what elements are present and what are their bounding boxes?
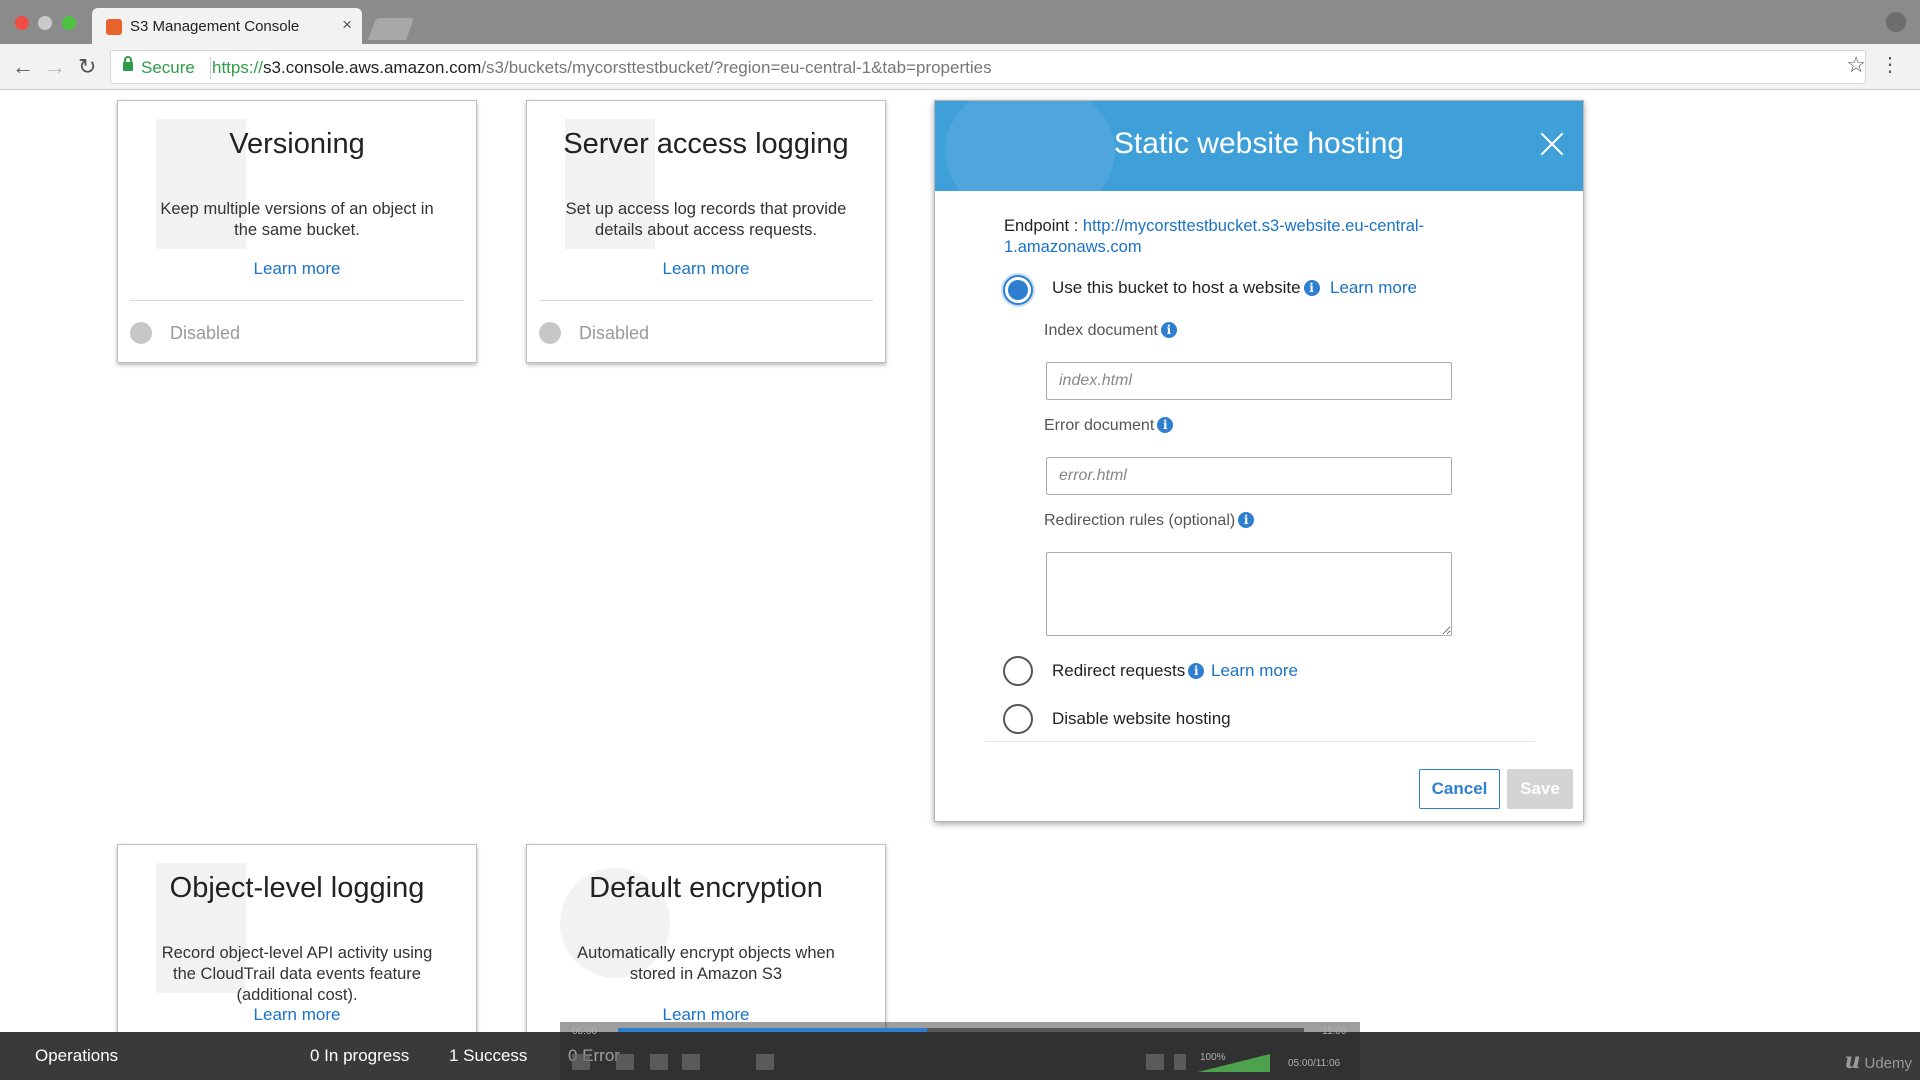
url-separator: [210, 57, 211, 79]
stop-icon[interactable]: [650, 1054, 668, 1070]
host-website-label-text: Use this bucket to host a website: [1052, 278, 1301, 297]
redirection-rules-textarea[interactable]: [1046, 552, 1452, 636]
video-time-current: 05:00/11:06: [1288, 1058, 1341, 1069]
forward-arrow-icon[interactable]: →: [44, 54, 66, 80]
tab-close-icon[interactable]: ×: [342, 15, 352, 35]
dialog-title: Static website hosting: [1113, 127, 1405, 160]
card-divider: [539, 300, 873, 301]
video-time-start: 05:00: [572, 1026, 598, 1037]
operations-label[interactable]: Operations: [35, 1046, 118, 1066]
browser-menu-icon[interactable]: ⋮: [1880, 52, 1900, 77]
card-title: Default encryption: [589, 872, 823, 904]
redirect-requests-label-text: Redirect requests: [1052, 661, 1186, 680]
play-icon[interactable]: [572, 1054, 590, 1070]
status-label: Disabled: [170, 323, 241, 343]
aws-favicon-icon: [106, 19, 122, 35]
card-description: Automatically encrypt objects when store…: [577, 944, 835, 983]
udemy-logo-text: Udemy: [1864, 1055, 1912, 1072]
bookmark-star-icon[interactable]: ☆: [1846, 52, 1866, 78]
lock-icon: [123, 56, 133, 71]
fullscreen-icon[interactable]: [756, 1054, 774, 1070]
tab-title: S3 Management Console: [130, 18, 300, 35]
redirect-requests-label: Redirect requests i: [1052, 661, 1205, 681]
status-label: Disabled: [579, 323, 650, 343]
index-document-label-text: Index document: [1044, 322, 1158, 339]
fast-forward-icon[interactable]: [682, 1054, 700, 1070]
new-tab-button[interactable]: [367, 18, 415, 40]
browser-tab[interactable]: S3 Management Console ×: [92, 8, 362, 44]
udemy-logo-mark: u: [1844, 1048, 1861, 1074]
dialog-divider: [985, 741, 1535, 742]
address-bar[interactable]: Secure https://s3.console.aws.amazon.com…: [110, 50, 1866, 84]
resize-icon[interactable]: [1146, 1054, 1164, 1070]
video-progress-fill: [618, 1028, 927, 1032]
success-count[interactable]: 1 Success: [449, 1046, 527, 1066]
endpoint-label: Endpoint :: [1004, 217, 1079, 235]
default-encryption-card[interactable]: Default encryption Automatically encrypt…: [526, 844, 886, 1044]
error-document-input[interactable]: [1046, 457, 1452, 495]
reload-icon[interactable]: ↻: [78, 54, 96, 80]
video-time-end: 11:06: [1322, 1026, 1347, 1037]
info-icon[interactable]: i: [1160, 322, 1177, 338]
close-window-button[interactable]: [15, 16, 29, 30]
back-arrow-icon[interactable]: ←: [12, 54, 34, 80]
in-progress-count[interactable]: 0 In progress: [310, 1046, 409, 1066]
object-level-logging-card[interactable]: Object-level logging Record object-level…: [117, 844, 477, 1044]
static-website-hosting-dialog: Static website hosting Endpoint : http:/…: [934, 100, 1584, 822]
url-path: /s3/buckets/mycorsttestbucket/?region=eu…: [481, 58, 992, 77]
error-document-label: Error document i: [1044, 417, 1174, 435]
volume-level: 100%: [1200, 1052, 1226, 1063]
learn-more-link[interactable]: Learn more: [118, 259, 476, 279]
save-button: Save: [1507, 769, 1573, 809]
dialog-header: Static website hosting: [935, 101, 1583, 191]
info-icon[interactable]: i: [1303, 280, 1320, 296]
endpoint: Endpoint : http://mycorsttestbucket.s3-w…: [1004, 216, 1484, 258]
versioning-card[interactable]: Versioning Keep multiple versions of an …: [117, 100, 477, 363]
status-radio: [539, 322, 561, 344]
error-document-label-text: Error document: [1044, 417, 1155, 434]
url-host: s3.console.aws.amazon.com: [263, 58, 482, 77]
host-website-label: Use this bucket to host a website i: [1052, 278, 1320, 298]
close-icon[interactable]: [1537, 129, 1567, 159]
card-description: Keep multiple versions of an object in t…: [160, 200, 434, 239]
status-radio: [130, 322, 152, 344]
disable-hosting-radio[interactable]: [1003, 704, 1033, 734]
secure-label: Secure: [141, 58, 195, 77]
redirect-requests-radio[interactable]: [1003, 656, 1033, 686]
host-learn-more-link[interactable]: Learn more: [1330, 278, 1417, 298]
url-protocol: https://: [212, 58, 264, 77]
learn-more-link[interactable]: Learn more: [527, 259, 885, 279]
disable-hosting-label: Disable website hosting: [1052, 709, 1231, 728]
card-title: Server access logging: [563, 128, 849, 160]
speaker-icon[interactable]: [1174, 1054, 1186, 1070]
card-description: Set up access log records that provide d…: [565, 200, 847, 239]
info-icon[interactable]: i: [1157, 417, 1174, 433]
udemy-logo: u Udemy: [1844, 1048, 1912, 1074]
profile-icon[interactable]: [1886, 12, 1906, 32]
card-description: Record object-level API activity using t…: [161, 944, 433, 1004]
index-document-input[interactable]: [1046, 362, 1452, 400]
host-website-radio[interactable]: [1003, 275, 1033, 305]
info-icon[interactable]: i: [1238, 512, 1255, 528]
browser-tabbar: S3 Management Console ×: [0, 0, 1920, 44]
card-title: Versioning: [229, 128, 365, 160]
redirection-rules-label: Redirection rules (optional) i: [1044, 512, 1255, 530]
url-text[interactable]: https://s3.console.aws.amazon.com/s3/buc…: [212, 58, 992, 78]
index-document-label: Index document i: [1044, 322, 1177, 340]
redirection-rules-label-text: Redirection rules (optional): [1044, 512, 1236, 529]
learn-more-link[interactable]: Learn more: [118, 1005, 476, 1025]
redirect-learn-more-link[interactable]: Learn more: [1211, 661, 1298, 681]
cancel-button[interactable]: Cancel: [1419, 769, 1500, 809]
maximize-window-button[interactable]: [62, 16, 76, 30]
rewind-icon[interactable]: [616, 1054, 634, 1070]
minimize-window-button[interactable]: [38, 16, 52, 30]
card-title: Object-level logging: [169, 872, 425, 904]
server-access-logging-card[interactable]: Server access logging Set up access log …: [526, 100, 886, 363]
card-divider: [130, 300, 464, 301]
video-progress-bar[interactable]: [618, 1028, 1304, 1032]
info-icon[interactable]: i: [1188, 663, 1205, 679]
browser-toolbar: ← → ↻ Secure https://s3.console.aws.amaz…: [0, 44, 1920, 90]
